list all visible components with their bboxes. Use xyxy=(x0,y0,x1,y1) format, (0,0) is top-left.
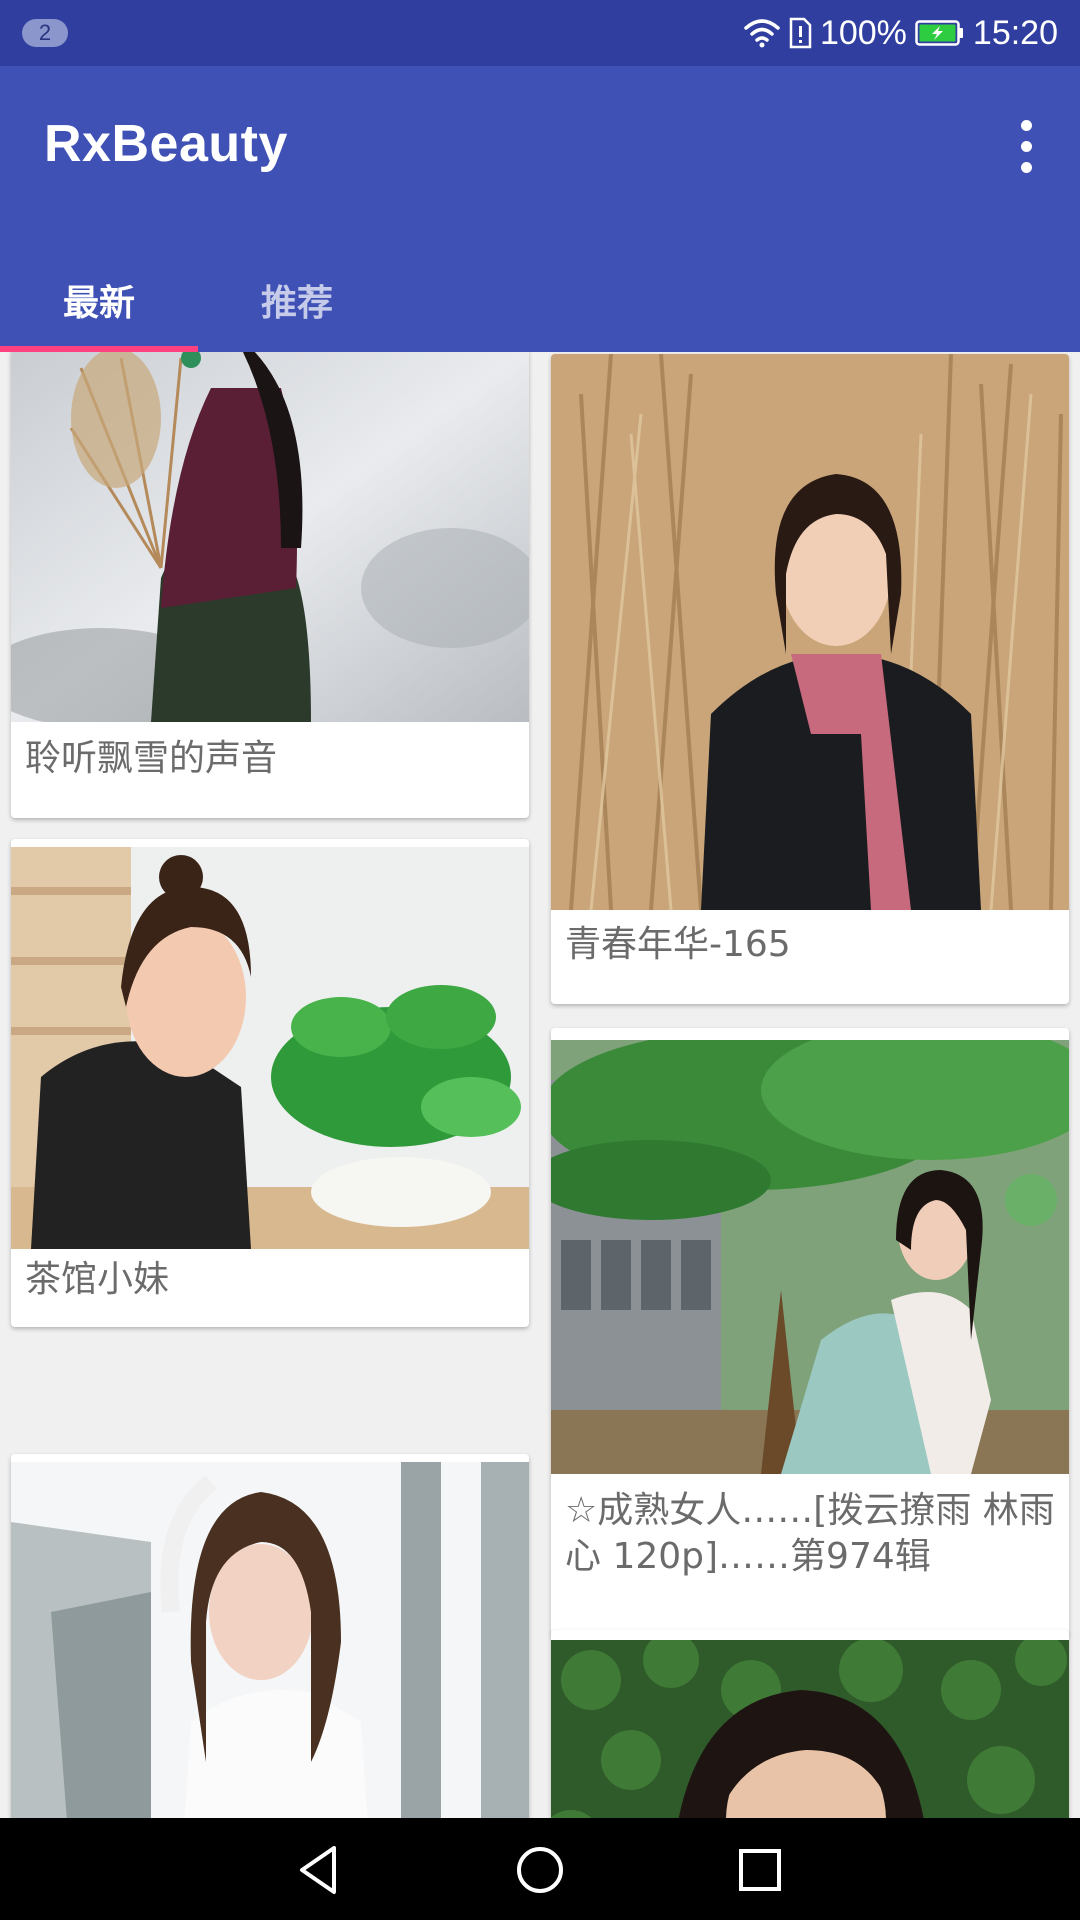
photo-card[interactable]: 茶馆小妹 xyxy=(11,839,529,1327)
photo-image xyxy=(11,847,529,1249)
photo-card[interactable]: ☆成熟女人……[拨云撩雨 林雨心 120p]……第974辑 xyxy=(551,1028,1069,1636)
battery-charging-icon xyxy=(915,20,965,46)
clock: 15:20 xyxy=(972,13,1058,52)
photo-card[interactable]: 聆听飘雪的声音 xyxy=(11,352,529,818)
more-vert-icon xyxy=(1020,119,1032,131)
tab-bar: 最新 推荐 xyxy=(0,256,1080,352)
photo-card[interactable] xyxy=(11,1454,529,1818)
app-bar: RxBeauty 最新 推荐 xyxy=(0,66,1080,352)
photo-feed[interactable]: 聆听飘雪的声音 茶馆小妹 青春年华-165 ☆成熟女人……[拨云撩雨 林雨心 1… xyxy=(0,352,1080,1818)
photo-image xyxy=(551,1040,1069,1474)
photo-caption: ☆成熟女人……[拨云撩雨 林雨心 120p]……第974辑 xyxy=(565,1490,1055,1577)
sim-icon xyxy=(788,17,812,49)
photo-caption: 茶馆小妹 xyxy=(25,1259,170,1300)
back-button[interactable] xyxy=(288,1838,352,1902)
tab-latest[interactable]: 最新 xyxy=(0,256,198,352)
navigation-bar xyxy=(0,1818,1080,1920)
home-button[interactable] xyxy=(508,1838,572,1902)
photo-image xyxy=(551,354,1069,910)
photo-caption: 聆听飘雪的声音 xyxy=(25,738,278,779)
battery-percent: 100% xyxy=(819,13,907,52)
more-options-button[interactable] xyxy=(990,110,1062,182)
photo-card[interactable] xyxy=(551,1630,1069,1818)
photo-image xyxy=(11,1462,529,1818)
home-icon xyxy=(517,1847,563,1893)
back-icon xyxy=(300,1846,336,1894)
photo-card[interactable]: 青春年华-165 xyxy=(551,354,1069,1004)
photo-image xyxy=(11,352,529,722)
photo-caption: 青春年华-165 xyxy=(565,924,791,965)
notification-badge: 2 xyxy=(22,19,68,47)
recents-icon xyxy=(739,1849,781,1891)
recents-button[interactable] xyxy=(728,1838,792,1902)
status-icons: 100% 15:20 xyxy=(744,10,1058,56)
photo-image xyxy=(551,1640,1069,1818)
app-title: RxBeauty xyxy=(44,115,288,173)
status-bar: 2 100% 15:20 xyxy=(0,0,1080,66)
tab-recommended[interactable]: 推荐 xyxy=(198,256,396,352)
wifi-icon xyxy=(744,18,780,48)
